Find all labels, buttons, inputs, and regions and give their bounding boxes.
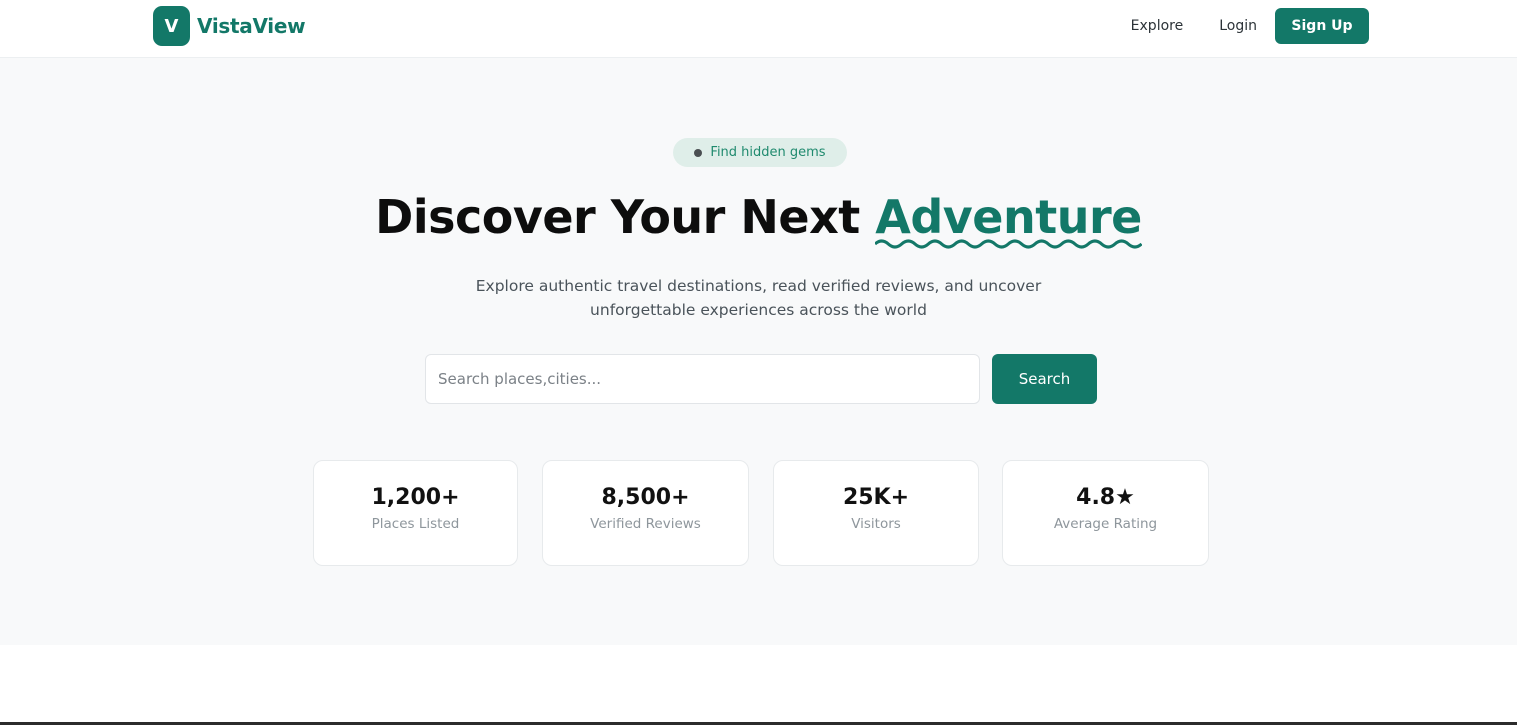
stat-value: 25K+ <box>842 485 910 510</box>
hidden-gems-badge: Find hidden gems <box>673 138 847 167</box>
stat-label: Visitors <box>851 516 901 532</box>
hero-subtitle: Explore authentic travel destinations, r… <box>458 274 1059 322</box>
signup-button[interactable]: Sign Up <box>1275 8 1369 44</box>
hero-title-accent-text: Adventure <box>875 190 1142 244</box>
hero-section: Find hidden gems Discover Your Next Adve… <box>0 58 1517 645</box>
nav-login-link[interactable]: Login <box>1201 18 1275 34</box>
search-input[interactable] <box>425 354 980 404</box>
stat-card-visitors: 25K+ Visitors <box>773 460 979 566</box>
hero-title: Discover Your Next Adventure <box>0 190 1517 249</box>
squiggle-underline-icon <box>875 239 1142 249</box>
stat-value: 4.8★ <box>1076 485 1135 510</box>
nav-explore-link[interactable]: Explore <box>1113 18 1202 34</box>
search-button[interactable]: Search <box>992 354 1097 404</box>
badge-text: Find hidden gems <box>710 145 826 160</box>
stat-value: 8,500+ <box>601 485 690 510</box>
brand-logo-link[interactable]: V VistaView <box>153 6 306 46</box>
stat-label: Places Listed <box>371 516 460 532</box>
stat-card-rating: 4.8★ Average Rating <box>1002 460 1209 566</box>
stat-card-places: 1,200+ Places Listed <box>313 460 518 566</box>
hero-subtitle-line-1: Explore authentic travel destinations, r… <box>475 277 1042 295</box>
hero-subtitle-line-2: unforgettable experiences across the wor… <box>590 301 927 319</box>
brand-name: VistaView <box>197 14 306 38</box>
stat-label: Average Rating <box>1053 516 1158 532</box>
stat-label: Verified Reviews <box>590 516 701 532</box>
stat-value: 1,200+ <box>371 485 460 510</box>
hero-title-accent: Adventure <box>875 190 1142 249</box>
hero-title-main: Discover Your Next <box>375 190 876 244</box>
stat-card-reviews: 8,500+ Verified Reviews <box>542 460 749 566</box>
badge-dot-icon <box>694 148 703 157</box>
main-nav: Explore Login Sign Up <box>1113 8 1369 44</box>
brand-mark-icon: V <box>153 6 190 46</box>
top-navbar: V VistaView Explore Login Sign Up <box>0 0 1517 58</box>
